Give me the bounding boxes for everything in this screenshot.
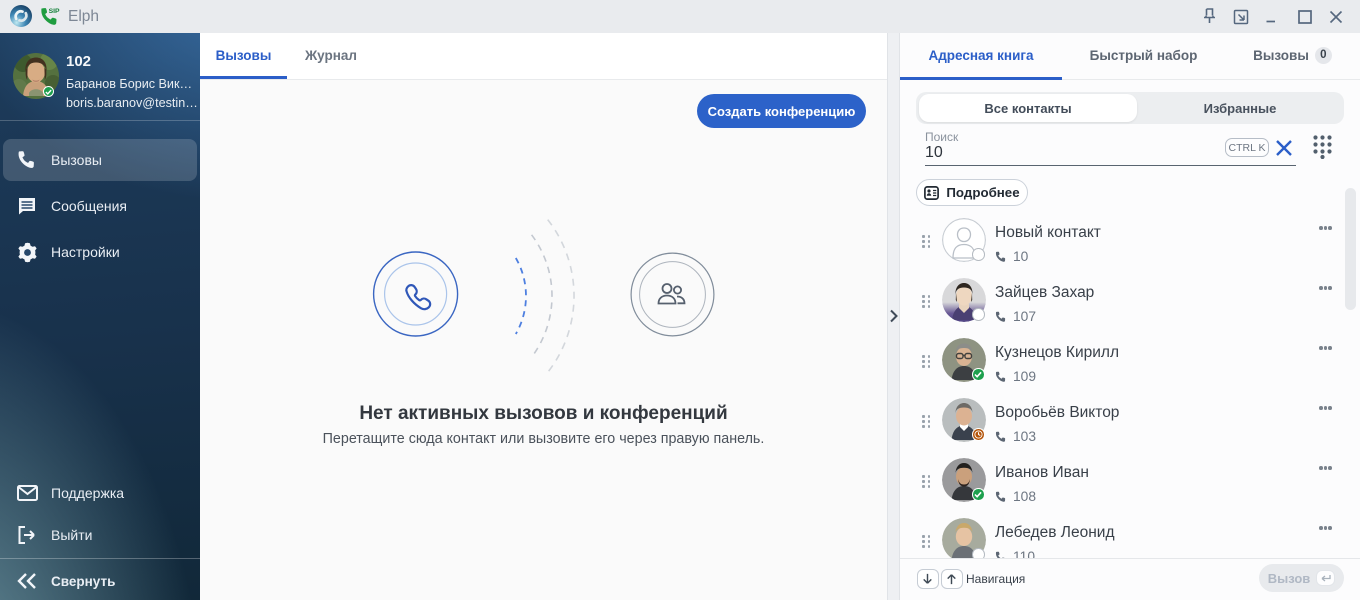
svg-text:SIP: SIP bbox=[49, 8, 60, 15]
